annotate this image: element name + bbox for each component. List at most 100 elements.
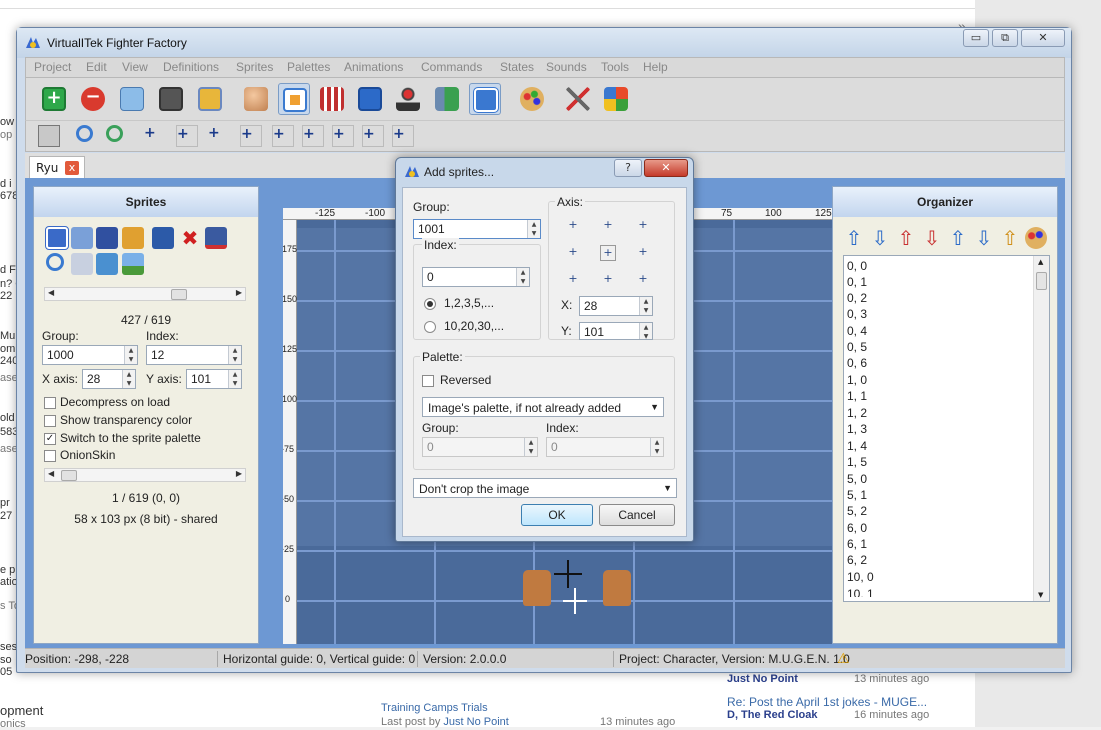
calculator-icon[interactable]: [38, 125, 60, 147]
cancel-button[interactable]: Cancel: [599, 504, 675, 526]
axis-middle-left-button[interactable]: +: [565, 245, 581, 261]
warning-icon[interactable]: ⚠: [837, 650, 850, 667]
reversed-checkbox[interactable]: [422, 375, 434, 387]
zoom-in-icon[interactable]: [76, 125, 93, 142]
list-item[interactable]: 5, 1: [847, 488, 867, 502]
list-item[interactable]: 0, 6: [847, 356, 867, 370]
axis-top-left-button[interactable]: +: [565, 218, 581, 234]
decompress-checkbox[interactable]: [44, 397, 56, 409]
save-button[interactable]: [155, 83, 187, 115]
dialog-index-input[interactable]: 0 ▲ ▼: [422, 267, 530, 287]
window-sprite-icon[interactable]: [152, 227, 174, 249]
axis-top-center-button[interactable]: +: [600, 218, 616, 234]
close-window-button[interactable]: ✕: [1021, 29, 1065, 47]
list-item[interactable]: 5, 0: [847, 472, 867, 486]
states-editor-button[interactable]: [469, 83, 501, 115]
pcx-import-icon[interactable]: [45, 226, 69, 250]
delete-sprite-icon[interactable]: ✖: [179, 227, 201, 249]
definitions-editor-button[interactable]: [354, 83, 386, 115]
move-down-icon[interactable]: ⇩: [869, 227, 891, 249]
axis-top-icon[interactable]: +: [240, 125, 262, 147]
post-link[interactable]: Training Camps Trials: [381, 702, 488, 714]
list-item[interactable]: 0, 4: [847, 324, 867, 338]
palette-slider[interactable]: ◀ ▶: [44, 468, 246, 482]
close-project-button[interactable]: −: [77, 83, 109, 115]
switch-palette-checkbox[interactable]: ✓: [44, 433, 56, 445]
rgb-icon[interactable]: [96, 253, 118, 275]
group-spinner[interactable]: 1000 ▲ ▼: [42, 345, 138, 365]
palette-button[interactable]: [516, 83, 548, 115]
axis-topleft-icon[interactable]: +: [302, 125, 324, 147]
list-item[interactable]: 6, 0: [847, 521, 867, 535]
list-item[interactable]: 10, 1: [847, 587, 874, 597]
palette-index-input[interactable]: 0 ▲ ▼: [546, 437, 664, 457]
axis-middle-right-button[interactable]: +: [635, 245, 651, 261]
crop-select[interactable]: Don't crop the image ▼: [413, 478, 677, 498]
palette-source-select[interactable]: Image's palette, if not already added ▼: [422, 397, 664, 417]
pcx-save-icon[interactable]: [96, 227, 118, 249]
crop-icon[interactable]: [71, 253, 93, 275]
x-axis-spinner[interactable]: 28 ▲ ▼: [82, 369, 136, 389]
recent-post-title[interactable]: Re: Post the April 1st jokes - MUGE...: [727, 695, 927, 709]
windows-button[interactable]: [600, 83, 632, 115]
list-item[interactable]: 1, 1: [847, 389, 867, 403]
animations-editor-button[interactable]: [316, 83, 348, 115]
list-item[interactable]: 0, 3: [847, 307, 867, 321]
move-up-icon[interactable]: ⇧: [843, 227, 865, 249]
menu-project[interactable]: Project: [34, 60, 71, 74]
pcx-folder-icon[interactable]: [71, 227, 93, 249]
axis-bottom-right-button[interactable]: +: [635, 272, 651, 288]
list-item[interactable]: 6, 1: [847, 537, 867, 551]
sff-edit-icon[interactable]: [122, 227, 144, 249]
menu-sprites[interactable]: Sprites: [236, 60, 273, 74]
axis-bottom-left-button[interactable]: +: [565, 272, 581, 288]
dialog-group-input[interactable]: 1001 ▲ ▼: [413, 219, 541, 239]
axis-topright-icon[interactable]: +: [332, 125, 354, 147]
sprite-slider[interactable]: ◀ ▶: [44, 287, 246, 301]
menu-sounds[interactable]: Sounds: [546, 60, 587, 74]
palette-group-input[interactable]: 0 ▲ ▼: [422, 437, 538, 457]
sprite-list[interactable]: 0, 0 0, 1 0, 2 0, 3 0, 4 0, 5 0, 6 1, 0 …: [843, 255, 1050, 602]
commands-button[interactable]: [392, 83, 424, 115]
dialog-help-button[interactable]: ?: [614, 159, 642, 177]
sprite-list-scroll-thumb[interactable]: [1036, 272, 1047, 290]
lock-button[interactable]: [194, 83, 226, 115]
list-item[interactable]: 0, 1: [847, 275, 867, 289]
close-tab-icon[interactable]: x: [65, 161, 79, 175]
axis-tl-icon[interactable]: +: [144, 125, 166, 147]
dialog-x-input[interactable]: 28 ▲ ▼: [579, 296, 653, 316]
menu-states[interactable]: States: [500, 60, 534, 74]
axis-top-right-button[interactable]: +: [635, 218, 651, 234]
move-bottom-icon[interactable]: ⇩: [973, 227, 995, 249]
organizer-palette-icon[interactable]: [1025, 227, 1047, 249]
increment-1-radio[interactable]: [424, 298, 436, 310]
list-item[interactable]: 6, 2: [847, 553, 867, 567]
new-project-button[interactable]: +: [38, 83, 70, 115]
ok-button[interactable]: OK: [521, 504, 593, 526]
image-icon[interactable]: [122, 253, 144, 275]
sprite-list-scrollbar[interactable]: ▲ ▼: [1033, 256, 1049, 601]
axis-left-icon[interactable]: +: [208, 125, 230, 147]
move-top-icon[interactable]: ⇧: [947, 227, 969, 249]
list-item[interactable]: 1, 0: [847, 373, 867, 387]
sprites-editor-button[interactable]: [278, 83, 310, 115]
move-down-10-icon[interactable]: ⇩: [921, 227, 943, 249]
zoom-out-icon[interactable]: [106, 125, 123, 142]
list-item[interactable]: 0, 2: [847, 291, 867, 305]
maximize-button[interactable]: ⧉: [992, 29, 1018, 47]
recent-post-title[interactable]: Just No Point: [727, 673, 798, 685]
axis-center-button[interactable]: +: [600, 245, 616, 261]
list-item[interactable]: 0, 5: [847, 340, 867, 354]
menu-view[interactable]: View: [122, 60, 148, 74]
menu-help[interactable]: Help: [643, 60, 668, 74]
onionskin-checkbox[interactable]: [44, 450, 56, 462]
menu-definitions[interactable]: Definitions: [163, 60, 219, 74]
list-item[interactable]: 10, 0: [847, 570, 874, 584]
list-item[interactable]: 1, 5: [847, 455, 867, 469]
list-item[interactable]: 1, 2: [847, 406, 867, 420]
dialog-y-input[interactable]: 101 ▲ ▼: [579, 322, 653, 340]
search-sprite-icon[interactable]: [46, 253, 64, 271]
index-spinner[interactable]: 12 ▲ ▼: [146, 345, 242, 365]
menu-commands[interactable]: Commands: [421, 60, 482, 74]
tools-button[interactable]: [562, 83, 594, 115]
